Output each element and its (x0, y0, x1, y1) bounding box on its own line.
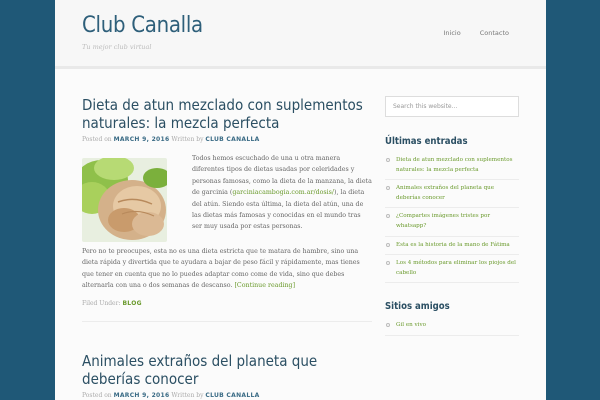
site-header: Club Canalla Tu mejor club virtual Inici… (55, 0, 546, 69)
post-date: MARCH 9, 2016 (113, 136, 170, 143)
category-link[interactable]: BLOG (122, 300, 141, 307)
post-title-2[interactable]: Animales extraños del planeta que deberí… (82, 352, 372, 388)
site-title[interactable]: Club Canalla (82, 13, 203, 38)
recent-post-link[interactable]: ¿Compartes imágenes tristes por whatsapp… (396, 213, 490, 229)
search-input[interactable]: Search this website… (385, 96, 519, 117)
post-categories: Filed Under: BLOG (82, 300, 372, 307)
list-item[interactable]: Gil en vivo (385, 317, 519, 336)
list-item[interactable]: ¿Compartes imágenes tristes por whatsapp… (385, 208, 519, 237)
friends-list: Gil en vivo (385, 317, 519, 336)
recent-post-link[interactable]: Los 4 métodos para eliminar los piojos d… (396, 260, 516, 276)
posted-on-label: Posted on (82, 392, 112, 399)
list-item[interactable]: Esta es la historia de la mano de Fátima (385, 237, 519, 256)
bullet-icon (386, 323, 390, 328)
post-entry: Todos hemos escuchado de una u otra mane… (82, 153, 372, 322)
bullet-icon (386, 214, 390, 219)
post-divider (82, 320, 372, 322)
post-author[interactable]: CLUB CANALLA (205, 392, 259, 399)
recent-posts-title: Últimas entradas (385, 136, 468, 147)
filed-under-label: Filed Under: (82, 299, 121, 307)
bullet-icon (386, 242, 390, 247)
friend-link[interactable]: Gil en vivo (396, 322, 426, 328)
post-date: MARCH 9, 2016 (113, 392, 170, 399)
tuna-salad-image (82, 158, 167, 242)
paragraph-2-text: Pero no te preocupes, esta no es una die… (82, 248, 360, 290)
bullet-icon (386, 261, 390, 266)
friends-title: Sitios amigos (385, 301, 450, 313)
sidebar: Search this website… Últimas entradas Di… (385, 96, 519, 336)
list-item[interactable]: Dieta de atun mezclado con suplementos n… (385, 152, 519, 181)
written-by-label: Written by (171, 136, 204, 143)
post-meta: Posted on MARCH 9, 2016 Written by CLUB … (82, 136, 372, 143)
post-2: Animales extraños del planeta que deberí… (82, 352, 372, 399)
bullet-icon (386, 186, 390, 191)
list-item[interactable]: Los 4 métodos para eliminar los piojos d… (385, 255, 519, 284)
post-title[interactable]: Dieta de atun mezclado con suplementos n… (82, 96, 372, 132)
post-paragraph-2: Pero no te preocupes, esta no es una die… (82, 246, 372, 292)
garcinia-link[interactable]: garciniacambogia.com.ar/dosis/ (232, 189, 334, 196)
bullet-icon (386, 158, 390, 162)
site-description: Tu mejor club virtual (82, 43, 152, 51)
main-content: Dieta de atun mezclado con suplementos n… (82, 96, 372, 322)
continue-reading-link[interactable]: [Continue reading] (234, 282, 295, 289)
post-meta-2: Posted on MARCH 9, 2016 Written by CLUB … (82, 392, 372, 399)
posted-on-label: Posted on (82, 136, 112, 143)
nav-item-inicio[interactable]: Inicio (444, 29, 461, 37)
page-wrapper: Club Canalla Tu mejor club virtual Inici… (55, 0, 546, 400)
recent-posts-list: Dieta de atun mezclado con suplementos n… (385, 152, 519, 284)
post-author[interactable]: CLUB CANALLA (205, 136, 259, 143)
main-nav: Inicio Contacto (444, 29, 509, 37)
recent-post-link[interactable]: Animales extraños del planeta que deberí… (396, 185, 494, 201)
nav-item-contacto[interactable]: Contacto (480, 29, 509, 37)
written-by-label: Written by (171, 392, 204, 399)
list-item[interactable]: Animales extraños del planeta que deberí… (385, 180, 519, 209)
recent-post-link[interactable]: Esta es la historia de la mano de Fátima (396, 242, 510, 248)
recent-post-link[interactable]: Dieta de atun mezclado con suplementos n… (396, 157, 512, 173)
